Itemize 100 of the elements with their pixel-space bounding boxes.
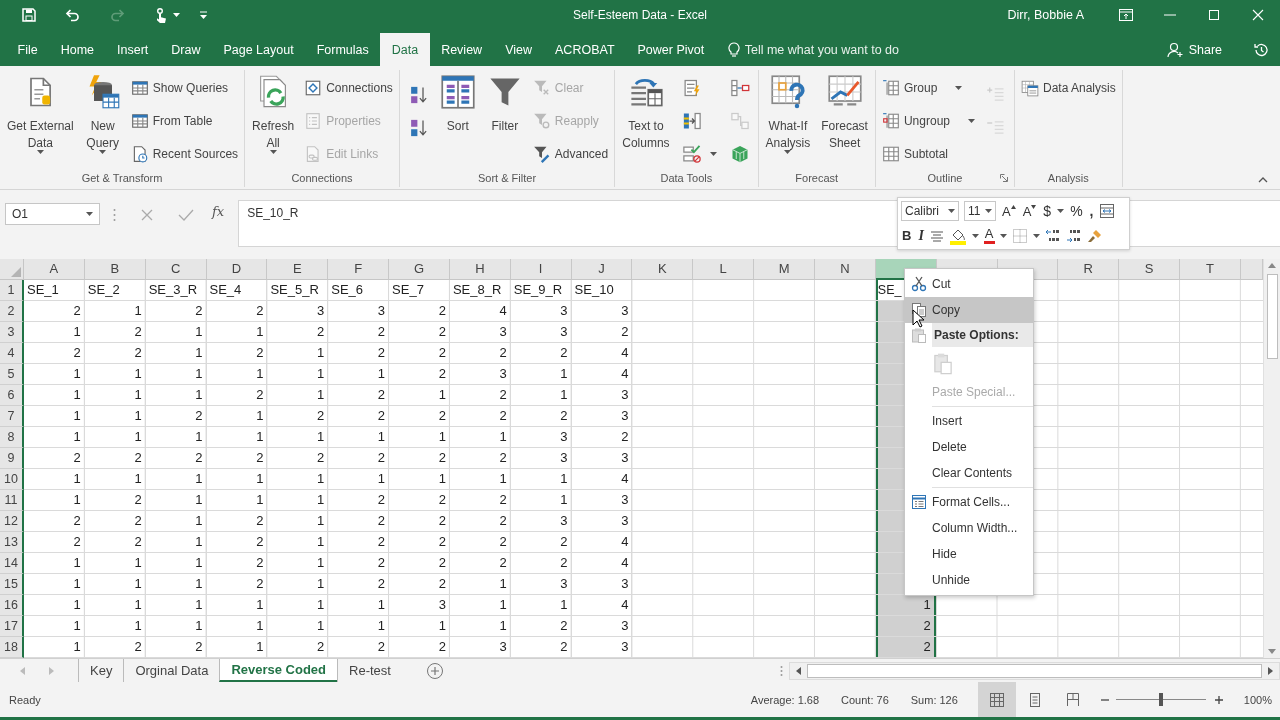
table-cell: 3: [571, 301, 633, 322]
menu-item[interactable]: Insert: [905, 408, 1033, 434]
ribbon-tab[interactable]: Draw: [159, 33, 212, 66]
ribbon-tab[interactable]: Power Pivot: [626, 33, 716, 66]
row-header[interactable]: 13: [0, 532, 24, 553]
ribbon-tab[interactable]: Insert: [105, 33, 160, 66]
row-header[interactable]: 5: [0, 364, 24, 385]
table-cell: 1: [267, 616, 329, 637]
currency-button[interactable]: $: [1042, 203, 1053, 220]
ribbon-button[interactable]: Text to Columns: [619, 70, 673, 152]
percent-button[interactable]: %: [1069, 203, 1084, 220]
column-header[interactable]: A: [24, 259, 85, 280]
row-header[interactable]: 9: [0, 448, 24, 469]
ribbon-button[interactable]: Refresh All: [249, 70, 298, 154]
ribbon-button[interactable]: New Query: [81, 70, 124, 154]
ribbon-button[interactable]: From Table: [128, 110, 241, 132]
ribbon-button[interactable]: Show Queries: [128, 77, 241, 99]
font-color-button[interactable]: A: [983, 227, 995, 245]
sheet-tab[interactable]: Reverse Coded: [219, 659, 338, 682]
row-header[interactable]: 8: [0, 427, 24, 448]
table-cell: 1: [206, 364, 268, 385]
column-header[interactable]: E: [267, 259, 329, 280]
column-header[interactable]: G: [389, 259, 450, 280]
ribbon-tab[interactable]: Review: [429, 33, 494, 66]
table-cell: 2: [328, 553, 390, 574]
ribbon-button[interactable]: What-If Analysis: [762, 70, 814, 154]
row-header[interactable]: 14: [0, 553, 24, 574]
column-header[interactable]: I: [510, 259, 572, 280]
column-header[interactable]: F: [328, 259, 390, 280]
column-header[interactable]: T: [1180, 259, 1241, 280]
row-header[interactable]: 3: [0, 322, 24, 343]
row-header[interactable]: 10: [0, 469, 24, 490]
column-header[interactable]: S: [1119, 259, 1181, 280]
menu-item[interactable]: Delete: [905, 434, 1033, 460]
row-header[interactable]: 11: [0, 490, 24, 511]
ribbon-button[interactable]: Recent Sources: [128, 143, 241, 165]
comma-button[interactable]: ,: [1088, 203, 1095, 220]
ribbon-button[interactable]: Connections: [302, 77, 395, 99]
search-field[interactable]: Tell me what you want to do: [744, 40, 920, 59]
zoom-level[interactable]: 100%: [1243, 693, 1272, 706]
ribbon-button[interactable]: Filter: [483, 70, 526, 135]
share-button[interactable]: Share: [1166, 41, 1222, 58]
table-cell: SE_10: [571, 280, 633, 301]
shrink-font-button[interactable]: A: [1021, 203, 1038, 219]
menu-item[interactable]: Column Width...: [905, 515, 1033, 541]
row-header[interactable]: 4: [0, 343, 24, 364]
table-cell: 2: [24, 343, 85, 364]
row-header[interactable]: 15: [0, 574, 24, 595]
menu-item[interactable]: Copy: [905, 297, 1033, 323]
ribbon-button[interactable]: Subtotal: [879, 143, 977, 165]
ribbon-tab[interactable]: Page Layout: [211, 33, 306, 66]
row-header[interactable]: 7: [0, 406, 24, 427]
column-header[interactable]: J: [571, 259, 633, 280]
column-header[interactable]: N: [814, 259, 876, 280]
column-header[interactable]: B: [84, 259, 146, 280]
ribbon-button[interactable]: Advanced: [530, 143, 611, 165]
table-cell: 2: [328, 532, 390, 553]
ribbon-tab[interactable]: Home: [49, 33, 106, 66]
menu-item[interactable]: Unhide: [905, 567, 1033, 593]
table-cell: 1: [449, 595, 511, 616]
row-header[interactable]: 6: [0, 385, 24, 406]
ribbon-button[interactable]: Get External Data: [4, 70, 77, 154]
insert-function-button[interactable]: fx: [212, 204, 225, 219]
ribbon-tab[interactable]: ACROBAT: [543, 33, 626, 66]
row-header[interactable]: 2: [0, 301, 24, 322]
menu-item[interactable]: Clear Contents: [905, 460, 1033, 486]
row-header[interactable]: 16: [0, 595, 24, 616]
ribbon-button[interactable]: Sort: [436, 70, 479, 135]
column-header[interactable]: M: [754, 259, 815, 280]
menu-item[interactable]: Hide: [905, 541, 1033, 567]
grow-font-button[interactable]: A: [1001, 203, 1017, 219]
table-cell: 2: [206, 448, 268, 469]
ribbon-button[interactable]: Group: [879, 77, 977, 99]
table-cell: 1: [24, 427, 85, 448]
ribbon-button[interactable]: Ungroup: [879, 110, 977, 132]
column-header[interactable]: C: [145, 259, 207, 280]
ribbon-button[interactable]: Data Analysis: [1019, 77, 1118, 99]
ribbon-button[interactable]: Forecast Sheet: [818, 70, 871, 152]
column-header[interactable]: R: [1058, 259, 1120, 280]
row-header[interactable]: 1: [0, 280, 24, 301]
bold-button[interactable]: B: [901, 228, 913, 244]
table-cell: 2: [206, 301, 268, 322]
table-cell: 1: [145, 553, 207, 574]
font-size-field[interactable]: 11: [964, 201, 996, 222]
ribbon-tab[interactable]: Data: [380, 33, 430, 66]
name-box[interactable]: O1: [5, 203, 100, 225]
ribbon-tab[interactable]: File: [6, 33, 50, 66]
row-header[interactable]: 17: [0, 616, 24, 637]
column-header[interactable]: D: [206, 259, 268, 280]
column-header[interactable]: L: [693, 259, 755, 280]
italic-button[interactable]: I: [917, 227, 925, 244]
ribbon-tab[interactable]: Formulas: [305, 33, 381, 66]
column-header[interactable]: K: [632, 259, 694, 280]
row-header[interactable]: 12: [0, 511, 24, 532]
row-header[interactable]: 18: [0, 637, 24, 658]
ribbon-tab[interactable]: View: [493, 33, 544, 66]
user-name[interactable]: Dirr, Bobbie A: [1007, 8, 1084, 22]
menu-item[interactable]: Format Cells...: [905, 489, 1033, 515]
column-header[interactable]: H: [449, 259, 511, 280]
font-field[interactable]: Calibri: [901, 201, 959, 222]
